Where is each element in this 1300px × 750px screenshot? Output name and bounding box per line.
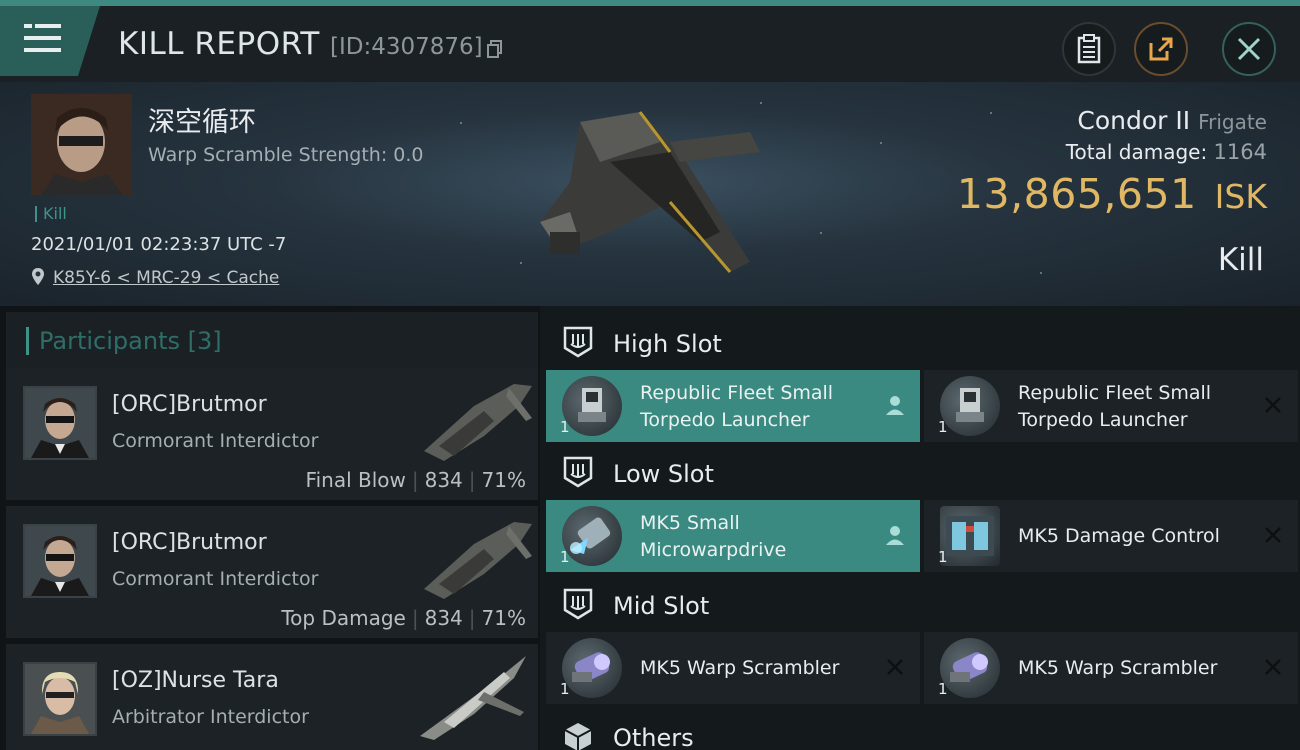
victim-panel: 深空循环 Warp Scramble Strength: 0.0 Kill 20… [0, 82, 1300, 306]
participant-row[interactable]: [OZ]Nurse Tara Arbitrator Interdictor [6, 644, 538, 750]
location-pin-icon [32, 268, 44, 285]
participant-avatar [23, 662, 97, 736]
close-icon [1237, 37, 1261, 61]
module-card[interactable]: 1 MK5 Warp Scrambler [924, 632, 1298, 704]
module-name-line1: Republic Fleet Small [1018, 382, 1212, 404]
participant-row[interactable]: [ORC]Brutmor Cormorant Interdictor Top D… [6, 506, 538, 640]
participant-name: [ORC]Brutmor [112, 530, 267, 555]
kill-tag: Kill [35, 206, 67, 222]
isk-loss: 13,865,651 ISK [957, 170, 1267, 218]
high-slot-icon [563, 326, 593, 358]
participant-name: [ORC]Brutmor [112, 392, 267, 417]
close-button[interactable] [1222, 22, 1276, 76]
participant-row[interactable]: [ORC]Brutmor Cormorant Interdictor Final… [6, 368, 538, 502]
share-button[interactable] [1134, 22, 1188, 76]
participant-ship: Arbitrator Interdictor [112, 706, 309, 728]
fitting-panel: High Slot 1 Republic Fleet Small Torpedo… [540, 306, 1300, 750]
low-slot-icon [563, 456, 593, 488]
module-quantity: 1 [560, 548, 570, 566]
participant-ship: Cormorant Interdictor [112, 568, 319, 590]
victim-ship: Condor II Frigate [1077, 106, 1267, 135]
module-quantity: 1 [938, 680, 948, 698]
module-quantity: 1 [560, 680, 570, 698]
participant-stats: Top Damage | 834 | 71% [281, 606, 526, 630]
participant-name: [OZ]Nurse Tara [112, 668, 279, 693]
participants-panel: Participants [3] [ORC]Brutmor Cormorant … [0, 306, 540, 750]
module-card[interactable]: 1 MK5 Damage Control [924, 500, 1298, 572]
clipboard-button[interactable] [1062, 22, 1116, 76]
result-label: Kill [1217, 242, 1264, 278]
warp-scrambler-icon [562, 638, 622, 698]
mid-slot-icon [563, 588, 593, 620]
person-icon [886, 396, 904, 415]
share-icon [1149, 37, 1173, 61]
participants-header[interactable]: Participants [3] [6, 312, 538, 370]
participant-ship-image [424, 522, 532, 599]
kill-datetime: 2021/01/01 02:23:37 UTC -7 [31, 234, 287, 255]
module-name-line1: MK5 Warp Scrambler [640, 657, 840, 679]
top-bar: KILL REPORT [ID:4307876] [0, 0, 1300, 82]
total-damage-value: 1164 [1213, 140, 1267, 164]
module-name-line1: Republic Fleet Small [640, 382, 834, 404]
victim-ship-image [540, 111, 760, 273]
destroyed-x-icon [1265, 659, 1281, 675]
torpedo-launcher-icon [562, 376, 622, 436]
report-id: [ID:4307876] [330, 34, 483, 60]
participant-avatar [23, 386, 97, 460]
destroyed-x-icon [1265, 397, 1281, 413]
module-name-line2: Torpedo Launcher [640, 409, 810, 431]
isk-unit: ISK [1214, 177, 1267, 216]
participant-ship-image [420, 656, 526, 740]
page-title: KILL REPORT [118, 26, 320, 62]
participant-avatar [23, 524, 97, 598]
participant-percent: 71% [481, 468, 526, 492]
damage-control-icon [940, 506, 1000, 566]
low-slot-label: Low Slot [613, 460, 714, 488]
high-slot-label: High Slot [613, 330, 722, 358]
module-name-line1: MK5 Small [640, 512, 740, 534]
location-link[interactable]: K85Y-6 < MRC-29 < Cache [53, 268, 279, 288]
module-name-line2: Microwarpdrive [640, 539, 787, 561]
copy-icon[interactable] [487, 40, 503, 58]
mid-slot-label: Mid Slot [613, 592, 710, 620]
warp-scrambler-icon [940, 638, 1000, 698]
module-card[interactable]: 1 MK5 Warp Scrambler [546, 632, 920, 704]
module-name-line1: MK5 Warp Scrambler [1018, 657, 1218, 679]
total-damage-label: Total damage: [1065, 140, 1208, 164]
module-card[interactable]: 1 Republic Fleet Small Torpedo Launcher [924, 370, 1298, 442]
module-name-line2: Torpedo Launcher [1018, 409, 1188, 431]
clipboard-icon [1077, 34, 1101, 64]
module-quantity: 1 [938, 418, 948, 436]
torpedo-launcher-icon [940, 376, 1000, 436]
module-name-line1: MK5 Damage Control [1018, 525, 1220, 547]
microwarpdrive-icon [562, 506, 622, 566]
participant-ship: Cormorant Interdictor [112, 430, 319, 452]
destroyed-x-icon [887, 659, 903, 675]
destroyed-x-icon [1265, 527, 1281, 543]
participants-label: Participants [3] [26, 327, 222, 355]
participant-damage: 834 [424, 606, 463, 630]
module-card[interactable]: 1 MK5 Small Microwarpdrive [546, 500, 920, 572]
victim-name: 深空循环 [148, 107, 256, 138]
participant-ship-image [424, 384, 532, 461]
module-quantity: 1 [938, 548, 948, 566]
person-icon [886, 526, 904, 545]
module-quantity: 1 [560, 418, 570, 436]
victim-ship-class: Frigate [1198, 110, 1267, 134]
menu-button[interactable] [0, 6, 100, 76]
module-card[interactable]: 1 Republic Fleet Small Torpedo Launcher [546, 370, 920, 442]
victim-avatar[interactable] [31, 94, 132, 195]
others-label: Others [613, 724, 694, 750]
participant-role: Final Blow [305, 468, 406, 492]
participant-stats: Final Blow | 834 | 71% [305, 468, 526, 492]
cube-icon [564, 723, 592, 750]
total-damage: Total damage: 1164 [1066, 140, 1267, 164]
victim-ship-name: Condor II [1077, 106, 1191, 135]
participant-role: Top Damage [281, 606, 406, 630]
participant-percent: 71% [481, 606, 526, 630]
participant-damage: 834 [424, 468, 463, 492]
isk-value: 13,865,651 [956, 170, 1197, 218]
warp-scramble-strength: Warp Scramble Strength: 0.0 [148, 144, 424, 166]
menu-icon [24, 24, 61, 52]
